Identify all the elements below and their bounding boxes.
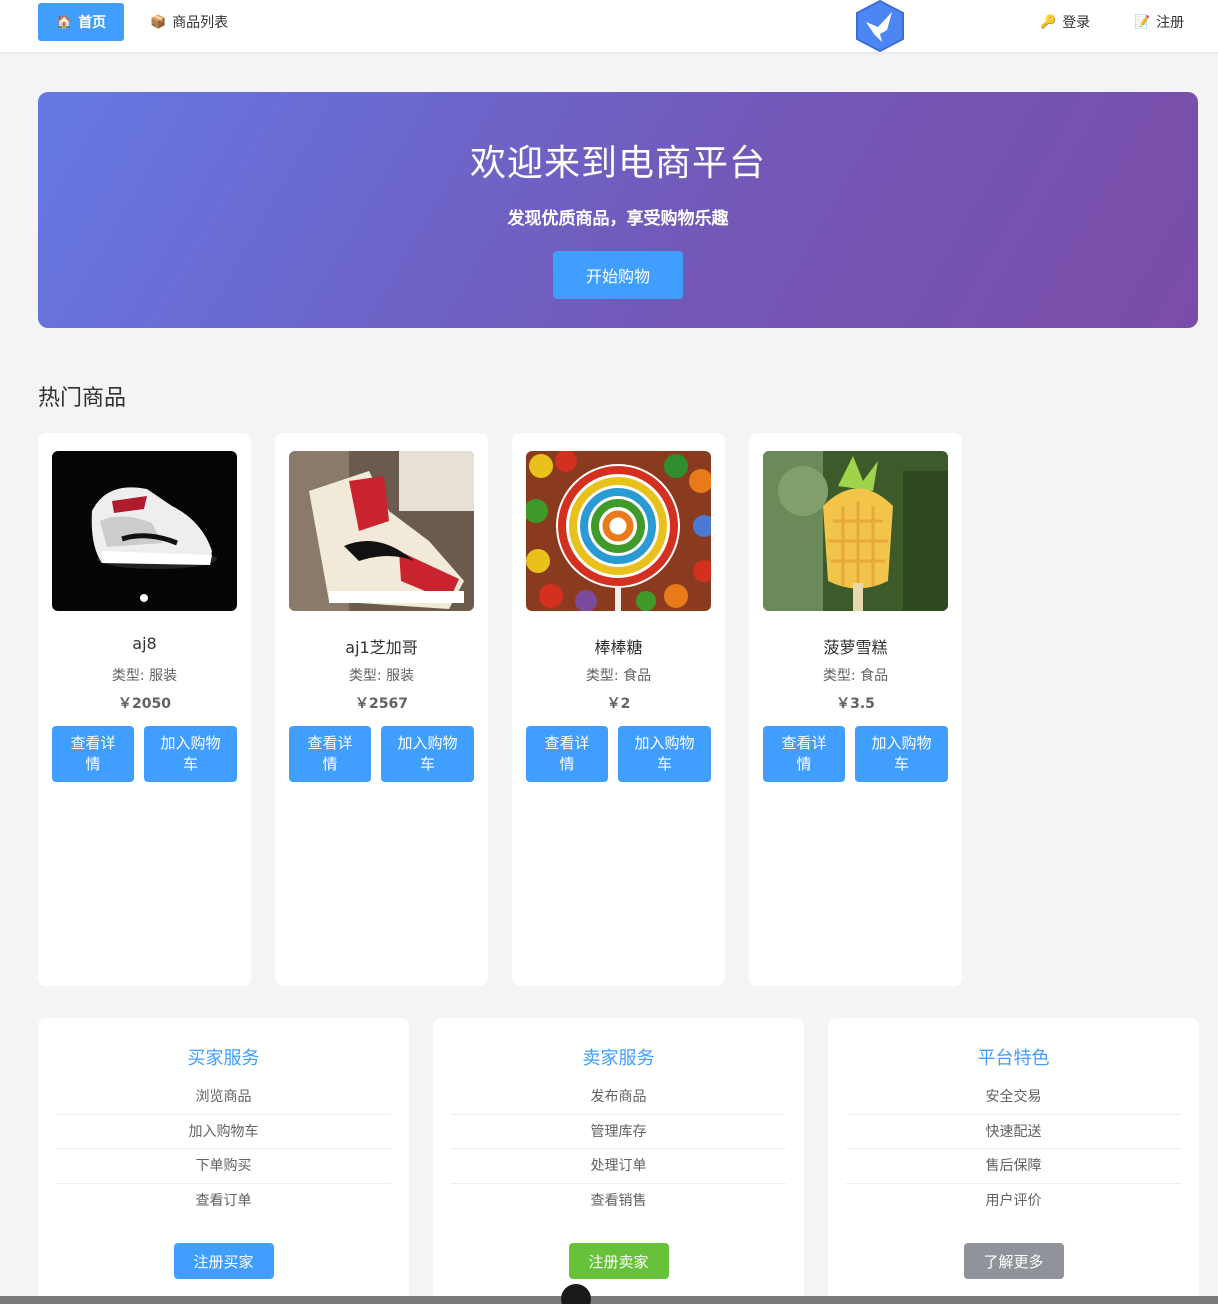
scrollbar[interactable] — [0, 1296, 1218, 1304]
product-card: aj1芝加哥 类型: 服装 ￥2567 查看详情 加入购物车 — [275, 433, 488, 986]
list-item: 查看销售 — [590, 1192, 647, 1209]
product-price: ￥2050 — [118, 696, 171, 712]
product-card: 棒棒糖 类型: 食品 ￥2 查看详情 加入购物车 — [512, 433, 725, 986]
list-item: 管理库存 — [451, 1115, 786, 1149]
register-seller-button[interactable]: 注册卖家 — [568, 1243, 669, 1279]
list-item: 处理订单 — [451, 1149, 786, 1184]
view-details-button[interactable]: 查看详情 — [526, 726, 608, 782]
list-item: 用户评价 — [985, 1192, 1042, 1209]
view-details-button[interactable]: 查看详情 — [763, 726, 845, 782]
panel-title: 卖家服务 — [582, 1048, 655, 1069]
panel-title: 平台特色 — [977, 1048, 1050, 1069]
view-details-button[interactable]: 查看详情 — [289, 726, 371, 782]
bird-hexagon-logo[interactable] — [854, 0, 906, 52]
key-icon: 🔑 — [1040, 14, 1057, 30]
section-title: 热门商品 — [38, 386, 127, 411]
hero-title: 欢迎来到电商平台 — [469, 143, 766, 184]
product-type: 类型: 服装 — [348, 668, 415, 684]
product-image[interactable] — [289, 451, 474, 611]
product-price: ￥3.5 — [836, 696, 875, 712]
house-icon: 🏠 — [56, 14, 73, 30]
list-item: 下单购买 — [56, 1149, 391, 1184]
product-name[interactable]: 棒棒糖 — [512, 634, 725, 658]
buyer-services-panel: 买家服务 浏览商品 加入购物车 下单购买 查看订单 注册买家 — [38, 1018, 409, 1304]
seller-services-panel: 卖家服务 发布商品 管理库存 处理订单 查看销售 注册卖家 — [433, 1018, 804, 1304]
add-to-cart-button[interactable]: 加入购物车 — [855, 726, 948, 782]
view-details-button[interactable]: 查看详情 — [52, 726, 134, 782]
product-name[interactable]: aj1芝加哥 — [275, 634, 488, 658]
list-item: 加入购物车 — [56, 1115, 391, 1149]
nav-products[interactable]: 📦 商品列表 — [132, 3, 246, 41]
product-type: 类型: 食品 — [822, 668, 889, 684]
list-item: 查看订单 — [195, 1192, 252, 1209]
platform-features-panel: 平台特色 安全交易 快速配送 售后保障 用户评价 了解更多 — [828, 1018, 1199, 1304]
product-image[interactable] — [526, 451, 711, 611]
product-type: 类型: 服装 — [111, 668, 178, 684]
add-to-cart-button[interactable]: 加入购物车 — [381, 726, 474, 782]
nav-register[interactable]: 📝 注册 — [1116, 3, 1202, 41]
product-type: 类型: 食品 — [585, 668, 652, 684]
nav-home-label: 首页 — [78, 15, 107, 31]
nav-login[interactable]: 🔑 登录 — [1022, 3, 1108, 41]
list-item: 发布商品 — [451, 1080, 786, 1115]
learn-more-button[interactable]: 了解更多 — [963, 1243, 1064, 1279]
hero-subtitle: 发现优质商品，享受购物乐趣 — [507, 209, 729, 229]
nav-login-label: 登录 — [1062, 15, 1091, 31]
product-card: aj8 类型: 服装 ￥2050 查看详情 加入购物车 — [38, 433, 251, 986]
top-nav: 🏠 首页 📦 商品列表 🔑 登录 📝 注册 — [0, 0, 1218, 52]
product-image[interactable] — [763, 451, 948, 611]
list-item: 安全交易 — [846, 1080, 1181, 1115]
product-card: 菠萝雪糕 类型: 食品 ￥3.5 查看详情 加入购物车 — [749, 433, 962, 986]
product-price: ￥2 — [606, 696, 631, 712]
list-item: 售后保障 — [846, 1149, 1181, 1184]
memo-icon: 📝 — [1134, 14, 1151, 30]
nav-register-label: 注册 — [1156, 15, 1185, 31]
register-buyer-button[interactable]: 注册买家 — [173, 1243, 274, 1279]
nav-products-label: 商品列表 — [172, 15, 229, 31]
package-icon: 📦 — [150, 14, 167, 30]
add-to-cart-button[interactable]: 加入购物车 — [144, 726, 237, 782]
product-name[interactable]: aj8 — [38, 634, 251, 653]
product-price: ￥2567 — [355, 696, 408, 712]
nav-home[interactable]: 🏠 首页 — [38, 3, 125, 41]
product-image[interactable] — [52, 451, 237, 611]
panel-title: 买家服务 — [187, 1048, 260, 1069]
start-shopping-button[interactable]: 开始购物 — [553, 251, 683, 299]
add-to-cart-button[interactable]: 加入购物车 — [618, 726, 711, 782]
list-item: 快速配送 — [846, 1115, 1181, 1149]
hero-banner: 欢迎来到电商平台 发现优质商品，享受购物乐趣 开始购物 — [38, 92, 1198, 328]
list-item: 浏览商品 — [56, 1080, 391, 1115]
product-name[interactable]: 菠萝雪糕 — [749, 634, 962, 658]
